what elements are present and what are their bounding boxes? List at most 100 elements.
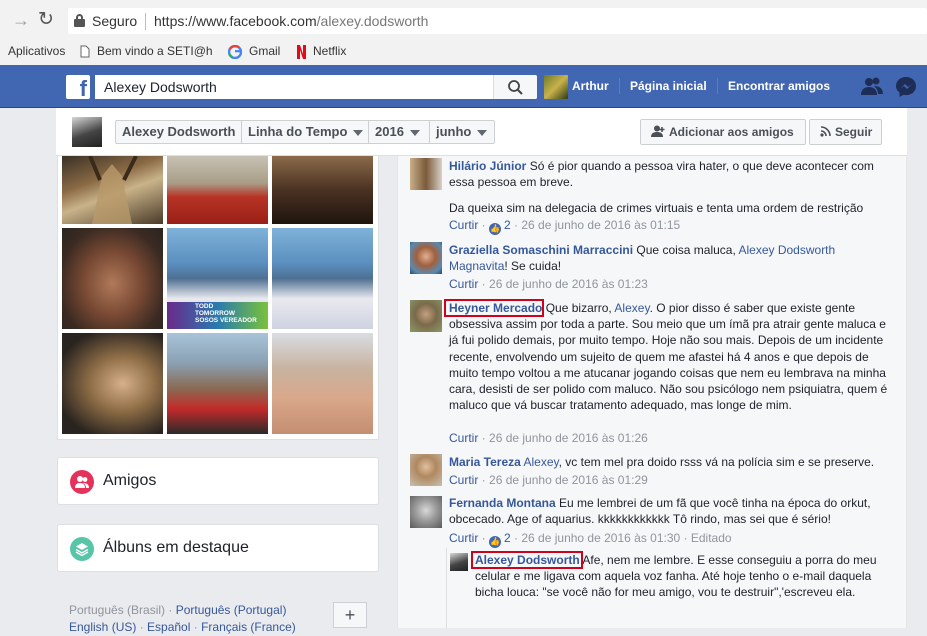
photo-thumbnail[interactable] (167, 333, 268, 434)
commenter-avatar[interactable] (410, 300, 442, 332)
comment-meta: Curtir · 26 de junho de 2016 às 01:23 (449, 277, 648, 291)
comment-author[interactable]: Maria Tereza (449, 455, 521, 469)
profile-name-selector[interactable]: Alexey Dodsworth (116, 121, 241, 143)
mention-link[interactable]: Alexey (523, 455, 558, 469)
reload-icon[interactable]: ↻ (38, 10, 54, 30)
chevron-down-icon (353, 129, 364, 136)
photo-thumbnail[interactable] (272, 228, 373, 329)
comment-author[interactable]: Fernanda Montana (449, 496, 556, 510)
profile-thumbnail[interactable] (72, 117, 102, 147)
photo-thumbnail[interactable] (272, 156, 373, 224)
user-avatar[interactable] (544, 75, 568, 99)
mention-link[interactable]: Alexey Dodsworth (738, 243, 835, 257)
rss-icon (820, 126, 831, 137)
commenter-avatar[interactable] (410, 158, 442, 190)
add-friend-icon (651, 125, 665, 137)
commenter-avatar[interactable] (410, 496, 442, 528)
comment-text: Graziella Somaschini Marraccini Que cois… (449, 243, 836, 274)
nav-home-link[interactable]: Página inicial (630, 79, 707, 93)
comment-timestamp[interactable]: 26 de junho de 2016 às 01:15 (521, 218, 680, 232)
photo-thumbnail[interactable]: TODD TOMORROW SOSOS VEREADOR (167, 228, 268, 329)
add-friend-button[interactable]: Adicionar aos amigos (640, 119, 806, 145)
like-count[interactable]: 2 (504, 531, 511, 545)
timeline-nav-bar: Alexey Dodsworth Linha do Tempo 2016 jun… (56, 108, 907, 156)
comment-timestamp[interactable]: 26 de junho de 2016 às 01:29 (489, 473, 648, 487)
search-button[interactable] (493, 75, 537, 99)
address-bar-row: → ↻ Seguro https://www.facebook.com/alex… (0, 0, 927, 40)
reply-author-avatar[interactable] (450, 553, 468, 571)
photo-thumbnail[interactable] (62, 228, 163, 329)
like-link[interactable]: Curtir (449, 473, 478, 487)
url-text[interactable]: https://www.facebook.com/alexey.dodswort… (154, 13, 428, 29)
photo-thumbnail[interactable] (62, 333, 163, 434)
bookmark-seti[interactable]: Bem vindo a SETI@h (80, 43, 213, 59)
comment-timestamp[interactable]: 26 de junho de 2016 às 01:26 (489, 431, 648, 445)
albums-title: Álbuns em destaque (103, 539, 249, 556)
like-link[interactable]: Curtir (449, 531, 478, 545)
reply-author[interactable]: Alexey Dodsworth (475, 553, 580, 567)
chevron-down-icon (477, 129, 488, 136)
comment-text: Maria Tereza Alexey, vc tem mel pra doid… (449, 455, 875, 469)
like-count[interactable]: 2 (504, 218, 511, 232)
edited-label: Editado (690, 531, 732, 545)
friend-requests-icon[interactable] (860, 76, 884, 96)
page-icon (80, 45, 90, 58)
browser-chrome: → ↻ Seguro https://www.facebook.com/alex… (0, 0, 927, 65)
url-bar[interactable]: Seguro https://www.facebook.com/alexey.d… (68, 8, 927, 34)
albums-icon (70, 537, 94, 561)
lock-icon (74, 14, 85, 27)
comments-panel: Hilário Júnior Só é pior quando a pessoa… (397, 156, 907, 628)
language-link[interactable]: Français (France) (201, 620, 296, 634)
month-dropdown[interactable]: junho (429, 121, 495, 143)
comment-meta: Curtir · 26 de junho de 2016 às 01:26 (449, 431, 648, 445)
like-link[interactable]: Curtir (449, 277, 478, 291)
comment-author[interactable]: Hilário Júnior (449, 159, 526, 173)
friends-icon (70, 470, 94, 494)
comment-text: Da queixa sim na delegacia de crimes vir… (449, 201, 864, 215)
commenter-avatar[interactable] (410, 454, 442, 486)
photo-thumbnail[interactable] (167, 156, 268, 224)
language-list: Português (Brasil) · Português (Portugal… (69, 603, 296, 634)
facebook-search-box[interactable]: Alexey Dodsworth (95, 75, 537, 99)
photo-grid: TODD TOMORROW SOSOS VEREADOR (57, 155, 379, 440)
friends-card[interactable]: Amigos (57, 457, 379, 505)
mention-link[interactable]: Magnavita (449, 259, 504, 273)
comment-timestamp[interactable]: 26 de junho de 2016 às 01:23 (489, 277, 648, 291)
reply-text: Alexey Dodsworth Afe, nem me lembre. E e… (475, 553, 877, 600)
bookmark-netflix[interactable]: Netflix (297, 43, 346, 59)
section-dropdown[interactable]: Linha do Tempo (241, 121, 368, 143)
nav-find-friends-link[interactable]: Encontrar amigos (728, 79, 830, 93)
follow-button[interactable]: Seguir (809, 119, 882, 145)
photo-thumbnail[interactable] (272, 333, 373, 434)
search-input[interactable]: Alexey Dodsworth (104, 79, 217, 95)
campaign-overlay: TODD TOMORROW SOSOS VEREADOR (167, 302, 268, 329)
language-selector: Português (Brasil) · Português (Portugal… (57, 592, 379, 634)
bookmark-apps[interactable]: Aplicativos (8, 43, 65, 59)
like-link[interactable]: Curtir (449, 431, 478, 445)
back-arrow-icon[interactable]: → (12, 10, 30, 30)
secure-label: Seguro (92, 13, 138, 29)
nav-profile-link[interactable]: Arthur (572, 79, 609, 93)
url-separator (145, 13, 146, 30)
like-link[interactable]: Curtir (449, 218, 478, 232)
reply-thread-line (446, 548, 447, 628)
bookmark-gmail[interactable]: Gmail (228, 43, 280, 59)
facebook-logo-icon[interactable]: f (66, 75, 90, 99)
comment-text: Heyner Mercado Que bizarro, Alexey. O pi… (449, 301, 888, 413)
comment-author[interactable]: Heyner Mercado (449, 301, 542, 315)
language-link[interactable]: English (US) (69, 620, 136, 634)
commenter-avatar[interactable] (410, 242, 442, 274)
albums-card[interactable]: Álbuns em destaque (57, 524, 379, 572)
photo-thumbnail[interactable] (62, 155, 163, 224)
like-badge-icon: 👍 (489, 536, 502, 548)
mention-link[interactable]: Alexey (614, 301, 649, 315)
language-link[interactable]: Español (147, 620, 190, 634)
language-link[interactable]: Português (Portugal) (176, 603, 287, 617)
comment-timestamp[interactable]: 26 de junho de 2016 às 01:30 (521, 531, 680, 545)
comment-author[interactable]: Graziella Somaschini Marraccini (449, 243, 633, 257)
comment-meta: Curtir · 👍 2 · 26 de junho de 2016 às 01:… (449, 531, 732, 548)
more-languages-button[interactable]: + (333, 602, 367, 628)
messenger-icon[interactable] (895, 76, 917, 98)
nav-divider (717, 78, 718, 94)
year-dropdown[interactable]: 2016 (368, 121, 429, 143)
